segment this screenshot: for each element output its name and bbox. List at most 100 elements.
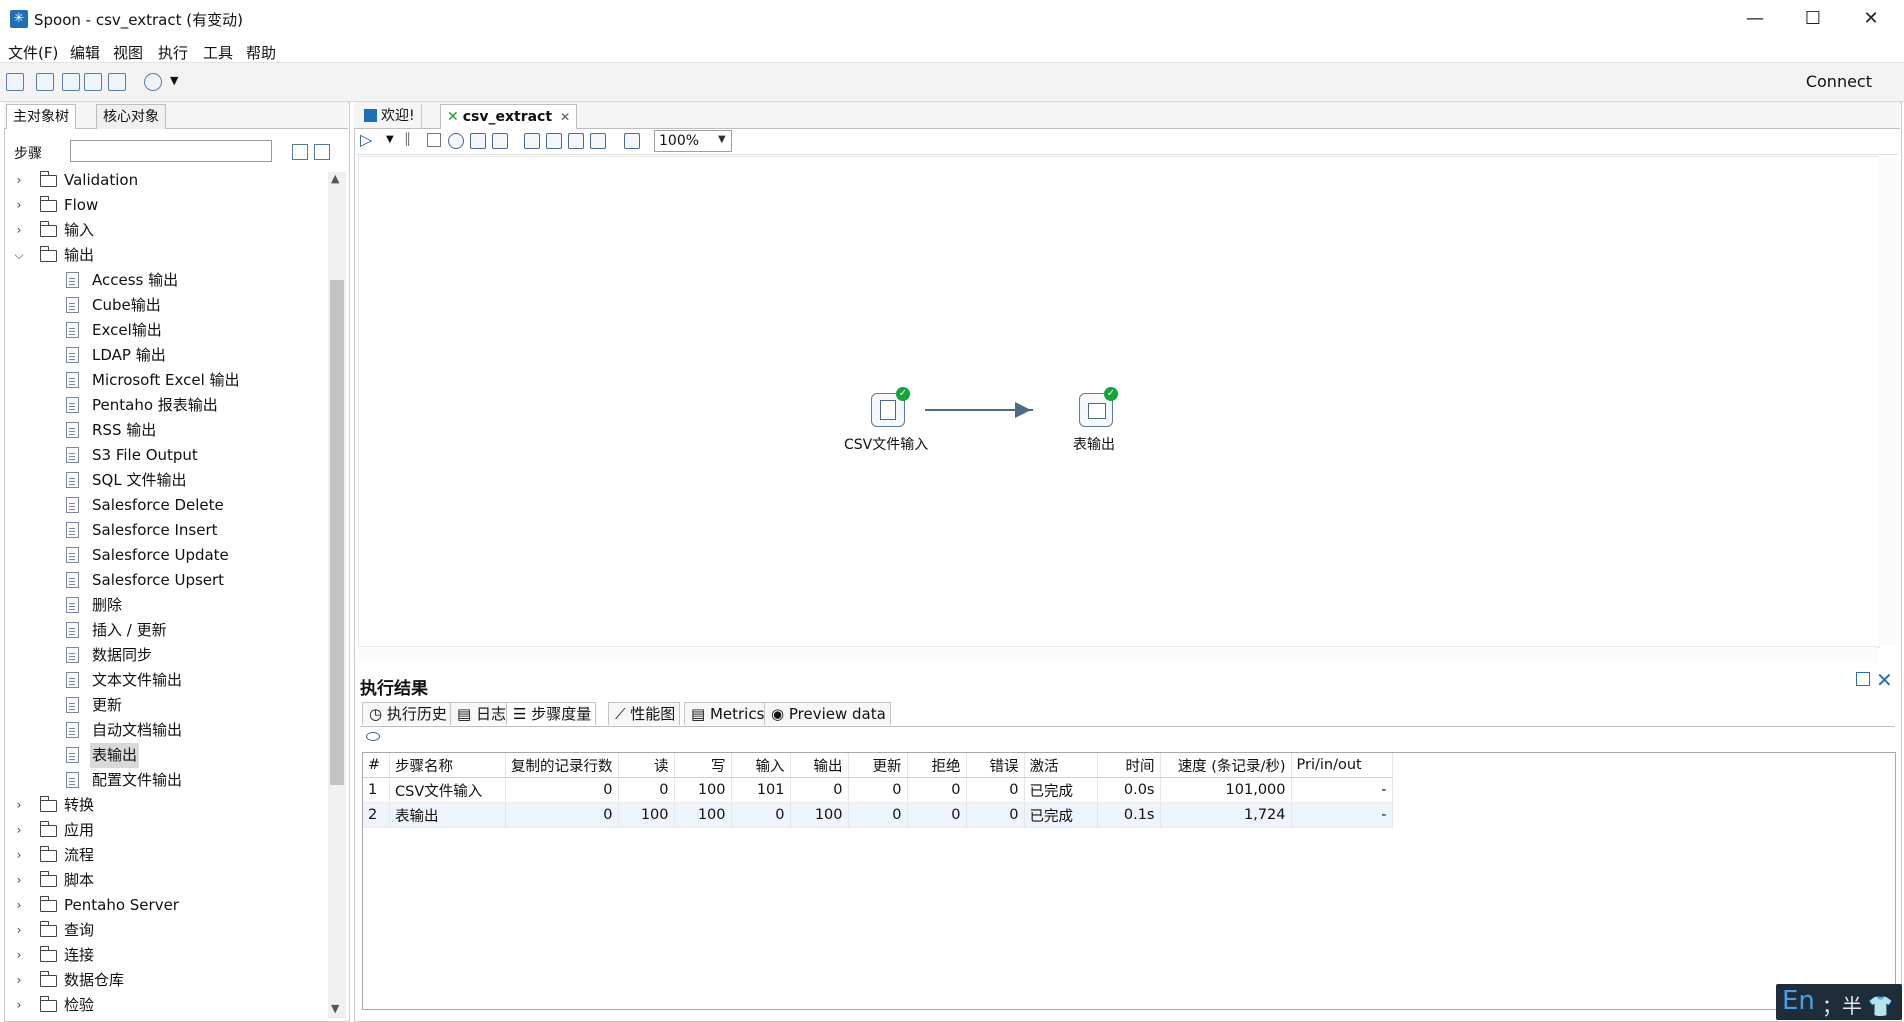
tree-step-item[interactable]: Cube输出: [4, 293, 326, 318]
col-header[interactable]: Pri/in/out: [1291, 753, 1393, 778]
tree-step-item[interactable]: RSS 输出: [4, 418, 326, 443]
tree-step-item[interactable]: Salesforce Delete: [4, 493, 326, 518]
col-header[interactable]: #: [363, 753, 390, 778]
menu-view[interactable]: 视图: [113, 42, 143, 63]
chevron-right-icon[interactable]: ›: [12, 918, 26, 943]
tree-step-item[interactable]: S3 File Output: [4, 443, 326, 468]
menu-edit[interactable]: 编辑: [70, 42, 100, 63]
tree-folder[interactable]: › 应用: [4, 818, 326, 843]
open-file-icon[interactable]: [36, 73, 54, 91]
minimize-button[interactable]: —: [1726, 4, 1784, 34]
tree-step-item[interactable]: Excel输出: [4, 318, 326, 343]
chevron-right-icon[interactable]: ›: [12, 868, 26, 893]
tree-step-item[interactable]: 表输出: [4, 743, 326, 768]
tab-preview-data[interactable]: ◉ Preview data: [764, 702, 891, 725]
tree-folder[interactable]: › 脚本: [4, 868, 326, 893]
table-row[interactable]: 2 表输出 0 100 100 0 100 0 0 0 已完成 0.1s 1,7…: [363, 802, 1393, 828]
show-results-icon[interactable]: [624, 133, 640, 149]
menu-file[interactable]: 文件(F): [8, 42, 58, 63]
col-header[interactable]: 读: [618, 753, 675, 778]
canvas-horizontal-scrollbar[interactable]: [358, 646, 1878, 663]
tree-folder[interactable]: › Pentaho Server: [4, 893, 326, 918]
tree-step-item[interactable]: 删除: [4, 593, 326, 618]
col-header[interactable]: 时间: [1097, 753, 1161, 778]
chevron-right-icon[interactable]: ›: [12, 943, 26, 968]
tree-step-item[interactable]: SQL 文件输出: [4, 468, 326, 493]
tab-metrics[interactable]: ▤ Metrics: [684, 702, 770, 725]
col-header[interactable]: 输入: [731, 753, 791, 778]
tree-step-item[interactable]: 更新: [4, 693, 326, 718]
new-file-icon[interactable]: [6, 73, 24, 91]
explore-db-icon[interactable]: [590, 133, 606, 149]
menu-help[interactable]: 帮助: [246, 42, 276, 63]
save-icon[interactable]: [84, 73, 102, 91]
tree-step-item[interactable]: 插入 / 更新: [4, 618, 326, 643]
tree-folder[interactable]: › 输入: [4, 218, 326, 243]
table-row[interactable]: 1 CSV文件输入 0 0 100 101 0 0 0 0 已完成 0.0s 1…: [363, 777, 1393, 803]
tree-step-item[interactable]: LDAP 输出: [4, 343, 326, 368]
tree-folder[interactable]: › 流程: [4, 843, 326, 868]
tree-step-item[interactable]: 配置文件输出: [4, 768, 326, 793]
tree-folder[interactable]: › 转换: [4, 793, 326, 818]
run-icon[interactable]: ▷: [360, 130, 372, 149]
col-header[interactable]: 更新: [848, 753, 908, 778]
col-header[interactable]: 写: [674, 753, 732, 778]
close-window-button[interactable]: ✕: [1842, 4, 1900, 34]
menu-run[interactable]: 执行: [158, 42, 188, 63]
tree-folder[interactable]: ⌵ 输出: [4, 243, 326, 268]
col-header[interactable]: 拒绝: [907, 753, 967, 778]
tab-performance-graph[interactable]: ⟋ 性能图: [608, 702, 681, 725]
scroll-up-icon[interactable]: ▲: [331, 172, 339, 185]
stop-icon[interactable]: [427, 133, 441, 147]
save-as-icon[interactable]: [108, 73, 126, 91]
chevron-down-icon[interactable]: ⌵: [12, 243, 26, 268]
canvas-vertical-scrollbar[interactable]: [1878, 156, 1896, 646]
scroll-down-icon[interactable]: ▼: [331, 1002, 339, 1015]
close-tab-icon[interactable]: ✕: [560, 110, 570, 124]
replay-icon[interactable]: [492, 133, 508, 149]
connect-button[interactable]: Connect: [1806, 72, 1872, 91]
tree-step-item[interactable]: 自动文档输出: [4, 718, 326, 743]
explore-repository-icon[interactable]: [62, 73, 80, 91]
tree-folder[interactable]: › 数据仓库: [4, 968, 326, 993]
chevron-down-icon[interactable]: ▼: [718, 134, 726, 145]
chevron-right-icon[interactable]: ›: [12, 993, 26, 1018]
debug-icon[interactable]: [470, 133, 486, 149]
tab-step-metrics[interactable]: ☰ 步骤度量: [506, 702, 597, 725]
tab-log[interactable]: ▤ 日志: [450, 702, 511, 725]
tree-folder[interactable]: › 检验: [4, 993, 326, 1018]
transformation-canvas[interactable]: [358, 156, 1880, 648]
tree-step-item[interactable]: Access 输出: [4, 268, 326, 293]
chevron-right-icon[interactable]: ›: [12, 968, 26, 993]
chevron-right-icon[interactable]: ›: [12, 793, 26, 818]
collapse-all-icon[interactable]: [314, 144, 330, 160]
maximize-button[interactable]: ☐: [1784, 4, 1842, 34]
chevron-right-icon[interactable]: ›: [12, 818, 26, 843]
pause-icon[interactable]: ∥: [404, 131, 411, 147]
tree-folder[interactable]: › Validation: [4, 168, 326, 193]
eye-icon[interactable]: [366, 732, 380, 741]
tree-step-item[interactable]: Salesforce Insert: [4, 518, 326, 543]
tab-csv-extract[interactable]: ✕ csv_extract ✕: [440, 104, 578, 129]
tree-folder[interactable]: › 查询: [4, 918, 326, 943]
close-results-icon[interactable]: ✕: [1876, 668, 1893, 692]
col-header[interactable]: 错误: [966, 753, 1025, 778]
popout-icon[interactable]: [1856, 672, 1870, 686]
tab-execution-history[interactable]: ◷ 执行历史: [362, 702, 452, 725]
col-header[interactable]: 输出: [790, 753, 849, 778]
col-header[interactable]: 激活: [1024, 753, 1098, 778]
tree-folder[interactable]: › Flow: [4, 193, 326, 218]
col-header[interactable]: 速度 (条记录/秒): [1160, 753, 1292, 778]
tree-step-item[interactable]: Salesforce Upsert: [4, 568, 326, 593]
tab-welcome[interactable]: 欢迎!: [358, 104, 422, 128]
tree-step-item[interactable]: Microsoft Excel 输出: [4, 368, 326, 393]
tree-scroll-thumb[interactable]: [330, 280, 344, 785]
layers-dropdown-icon[interactable]: ▼: [170, 74, 178, 87]
tree-step-item[interactable]: Pentaho 报表输出: [4, 393, 326, 418]
chevron-right-icon[interactable]: ›: [12, 893, 26, 918]
sql-icon[interactable]: [568, 133, 584, 149]
preview-icon[interactable]: [448, 133, 464, 149]
tree-folder[interactable]: › 连接: [4, 943, 326, 968]
tab-main-object-tree[interactable]: 主对象树: [6, 104, 76, 129]
menu-tools[interactable]: 工具: [203, 42, 233, 63]
